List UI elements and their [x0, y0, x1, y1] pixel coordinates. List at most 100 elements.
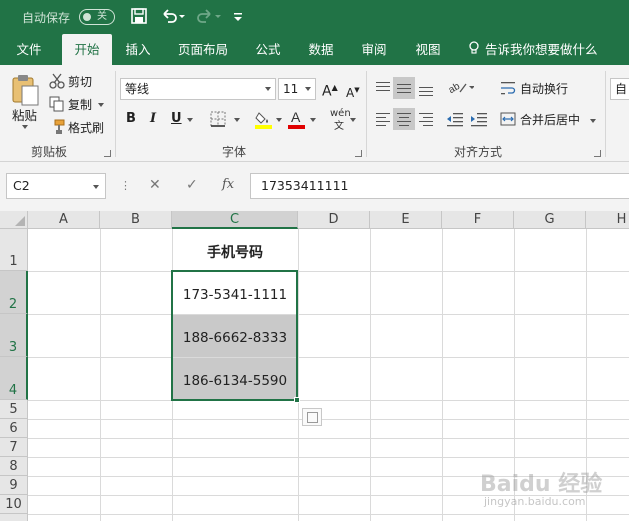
name-box-value: C2	[13, 178, 30, 193]
italic-button[interactable]: I	[150, 111, 156, 127]
merge-center-button[interactable]: 合并后居中	[520, 112, 580, 128]
increase-indent-icon[interactable]	[470, 111, 488, 131]
tab-home[interactable]: 开始	[62, 34, 112, 65]
format-painter-button[interactable]: 格式刷	[68, 120, 104, 136]
column-header-e[interactable]: E	[370, 211, 442, 229]
font-size-value: 11	[283, 82, 299, 96]
clipboard-launcher-icon[interactable]	[104, 150, 111, 157]
wrap-text-button[interactable]: 自动换行	[520, 81, 568, 97]
row-header-1[interactable]: 1	[0, 229, 28, 271]
tab-file[interactable]: 文件	[6, 34, 52, 65]
fill-color-dropdown-icon[interactable]	[276, 118, 282, 122]
borders-dropdown-icon[interactable]	[234, 118, 240, 122]
underline-dropdown-icon[interactable]	[187, 118, 193, 122]
autosave-toggle[interactable]: 关	[79, 9, 115, 25]
worksheet-grid[interactable]: A B C D E F G H 1 2 3 4 5 6 7 8 9 10 手机号…	[0, 211, 629, 521]
quick-analysis-icon[interactable]	[302, 408, 322, 426]
align-left-icon[interactable]	[372, 108, 394, 130]
tab-formulas[interactable]: 公式	[246, 34, 290, 65]
row-header-6[interactable]: 6	[0, 419, 28, 438]
cancel-icon[interactable]: ✕	[149, 177, 161, 193]
insert-function-button[interactable]: fx	[222, 177, 234, 192]
row-header-9[interactable]: 9	[0, 476, 28, 495]
name-box[interactable]: C2	[6, 173, 106, 199]
column-header-g[interactable]: G	[514, 211, 586, 229]
row-header-5[interactable]: 5	[0, 400, 28, 419]
alignment-group-label: 对齐方式	[454, 145, 503, 159]
phonetic-dropdown-icon[interactable]	[350, 118, 356, 122]
redo-icon[interactable]	[196, 7, 221, 27]
formula-input[interactable]: 17353411111	[250, 173, 629, 199]
row-header-11[interactable]	[0, 514, 28, 521]
grow-font-icon[interactable]: A▲	[322, 80, 338, 100]
save-icon[interactable]	[130, 7, 150, 27]
column-header-d[interactable]: D	[298, 211, 370, 229]
gridline	[28, 419, 629, 420]
font-size-select[interactable]: 11	[278, 78, 316, 100]
column-header-b[interactable]: B	[100, 211, 172, 229]
bold-button[interactable]: B	[126, 111, 136, 127]
cell-c1[interactable]: 手机号码	[172, 242, 298, 262]
row-header-3[interactable]: 3	[0, 314, 28, 357]
tab-view[interactable]: 视图	[404, 34, 452, 65]
paste-dropdown-icon[interactable]	[22, 125, 28, 129]
selection-range	[171, 270, 298, 401]
font-color-dropdown-icon[interactable]	[310, 118, 316, 122]
tell-me-box[interactable]: 告诉我你想要做什么	[468, 34, 598, 65]
fill-color-icon[interactable]	[255, 109, 273, 133]
format-painter-icon[interactable]	[49, 119, 65, 139]
paste-icon[interactable]	[10, 73, 40, 111]
undo-icon[interactable]	[160, 7, 185, 27]
clipboard-group-label: 剪贴板	[31, 145, 68, 159]
paste-button[interactable]: 粘贴	[12, 108, 37, 124]
align-right-icon[interactable]	[415, 108, 437, 130]
tab-data[interactable]: 数据	[298, 34, 344, 65]
align-center-icon[interactable]	[393, 108, 415, 130]
chevron-down-icon	[265, 87, 271, 91]
orientation-icon[interactable]: ab	[447, 79, 475, 99]
row-header-10[interactable]: 10	[0, 495, 28, 514]
font-name-select[interactable]: 等线	[120, 78, 276, 100]
tab-page-layout[interactable]: 页面布局	[168, 34, 238, 65]
enter-icon[interactable]: ✓	[186, 177, 198, 193]
font-launcher-icon[interactable]	[355, 150, 362, 157]
decrease-indent-icon[interactable]	[446, 111, 464, 131]
font-color-icon[interactable]: A	[288, 109, 306, 133]
align-bottom-icon[interactable]	[415, 77, 437, 99]
watermark-url: jingyan.baidu.com	[484, 495, 586, 508]
copy-button[interactable]: 复制	[68, 97, 92, 113]
gridline	[28, 438, 629, 439]
tab-review[interactable]: 审阅	[352, 34, 396, 65]
copy-icon[interactable]	[49, 96, 65, 116]
column-header-f[interactable]: F	[442, 211, 514, 229]
more-options-icon[interactable]: ⋮	[120, 179, 131, 192]
copy-dropdown-icon[interactable]	[98, 103, 104, 107]
merge-dropdown-icon[interactable]	[590, 119, 596, 123]
row-header-8[interactable]: 8	[0, 457, 28, 476]
gridline	[442, 229, 443, 521]
row-header-2[interactable]: 2	[0, 271, 28, 314]
customize-qat-icon[interactable]	[232, 7, 252, 27]
cut-button[interactable]: 剪切	[68, 74, 92, 90]
fill-handle[interactable]	[294, 397, 300, 403]
row-header-7[interactable]: 7	[0, 438, 28, 457]
cut-icon[interactable]	[49, 73, 65, 93]
merge-center-icon[interactable]	[500, 111, 516, 131]
tab-insert[interactable]: 插入	[116, 34, 160, 65]
row-header-4[interactable]: 4	[0, 357, 28, 400]
watermark-logo: Baidu 经验	[480, 472, 603, 497]
gridline	[28, 314, 629, 315]
column-header-h[interactable]: H	[586, 211, 629, 229]
column-header-a[interactable]: A	[28, 211, 100, 229]
column-header-c[interactable]: C	[172, 211, 298, 229]
font-name-value: 等线	[125, 82, 150, 96]
align-middle-icon[interactable]	[393, 77, 415, 99]
borders-icon[interactable]	[210, 111, 226, 131]
shrink-font-icon[interactable]: A▼	[346, 82, 360, 101]
align-top-icon[interactable]	[372, 77, 394, 99]
underline-button[interactable]: U	[171, 111, 182, 127]
wrap-text-icon[interactable]	[500, 80, 516, 100]
alignment-launcher-icon[interactable]	[594, 150, 601, 157]
number-format-select[interactable]: 自	[610, 78, 629, 100]
select-all-button[interactable]	[0, 211, 28, 229]
